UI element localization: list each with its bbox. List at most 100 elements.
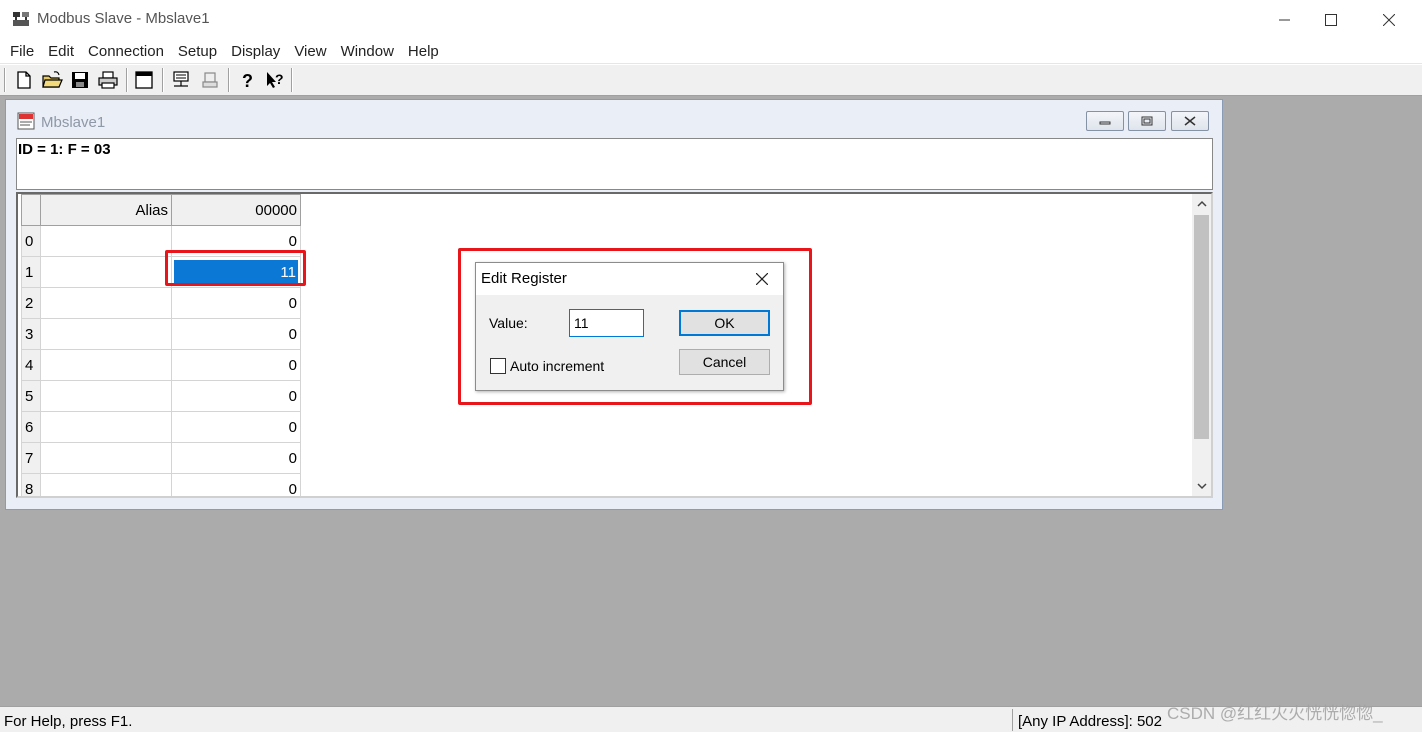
dialog-close-button[interactable] xyxy=(748,267,776,291)
toolbar: ? ? xyxy=(0,65,1422,96)
chevron-down-icon xyxy=(1196,483,1207,490)
table-row: 6 0 xyxy=(21,411,301,443)
row-number: 5 xyxy=(21,380,41,412)
context-help-icon[interactable]: ? xyxy=(264,69,286,91)
close-icon xyxy=(1184,116,1196,126)
print-icon[interactable] xyxy=(97,69,119,91)
toolbar-separator xyxy=(162,68,164,92)
value-label: Value: xyxy=(489,315,528,331)
register-value-cell[interactable]: 0 xyxy=(171,473,301,496)
child-minimize-button[interactable] xyxy=(1086,111,1124,131)
table-row: 3 0 xyxy=(21,318,301,350)
register-value-cell[interactable]: 0 xyxy=(171,318,301,350)
document-icon xyxy=(17,112,35,130)
scroll-up-button[interactable] xyxy=(1192,194,1211,213)
alias-cell[interactable] xyxy=(40,349,172,381)
address-column-header[interactable]: 00000 xyxy=(171,194,301,226)
menu-view[interactable]: View xyxy=(287,43,333,60)
maximize-button[interactable] xyxy=(1308,0,1354,40)
highlight-box-cell xyxy=(165,250,306,286)
table-row: 4 0 xyxy=(21,349,301,381)
minimize-icon xyxy=(1099,121,1111,125)
register-value-cell[interactable]: 0 xyxy=(171,287,301,319)
row-number: 7 xyxy=(21,442,41,474)
row-number: 0 xyxy=(21,225,41,257)
menu-window[interactable]: Window xyxy=(334,43,401,60)
toolbar-separator xyxy=(291,68,293,92)
vertical-scrollbar[interactable] xyxy=(1192,194,1211,496)
restore-icon xyxy=(1141,116,1153,126)
grid-corner xyxy=(21,194,41,226)
info-panel: ID = 1: F = 03 xyxy=(16,138,1213,190)
chevron-up-icon xyxy=(1196,200,1207,207)
status-address: [Any IP Address]: 502 xyxy=(1018,713,1162,730)
slave-id-function: ID = 1: F = 03 xyxy=(18,141,111,158)
menu-display[interactable]: Display xyxy=(224,43,287,60)
child-window-title: Mbslave1 xyxy=(41,114,106,131)
register-value-cell[interactable]: 0 xyxy=(171,349,301,381)
alias-cell[interactable] xyxy=(40,287,172,319)
dialog-title-bar[interactable]: Edit Register xyxy=(476,263,783,295)
window-title: Modbus Slave - Mbslave1 xyxy=(37,10,210,27)
auto-increment-checkbox[interactable] xyxy=(490,358,506,374)
child-restore-button[interactable] xyxy=(1128,111,1166,131)
window-icon[interactable] xyxy=(133,69,155,91)
row-number: 4 xyxy=(21,349,41,381)
menu-bar: File Edit Connection Setup Display View … xyxy=(0,40,1422,64)
alias-cell[interactable] xyxy=(40,473,172,496)
row-number: 3 xyxy=(21,318,41,350)
menu-setup[interactable]: Setup xyxy=(171,43,224,60)
alias-cell[interactable] xyxy=(40,380,172,412)
disconnect-icon[interactable] xyxy=(199,69,221,91)
status-help-text: For Help, press F1. xyxy=(4,713,133,730)
auto-increment-label[interactable]: Auto increment xyxy=(510,358,604,374)
app-icon xyxy=(13,12,29,26)
menu-help[interactable]: Help xyxy=(401,43,446,60)
watermark: CSDN @红红火火恍恍惚惚_ xyxy=(1167,704,1383,723)
register-value-cell[interactable]: 0 xyxy=(171,442,301,474)
toolbar-separator xyxy=(228,68,230,92)
menu-edit[interactable]: Edit xyxy=(41,43,81,60)
alias-cell[interactable] xyxy=(40,411,172,443)
close-button[interactable] xyxy=(1366,0,1412,40)
toolbar-separator xyxy=(4,68,6,92)
table-row: 5 0 xyxy=(21,380,301,412)
dialog-title: Edit Register xyxy=(481,270,567,287)
register-value-cell[interactable]: 0 xyxy=(171,411,301,443)
table-row: 2 0 xyxy=(21,287,301,319)
register-table: Alias 00000 0 0 1 11 2 0 3 0 4 0 5 0 6 0… xyxy=(21,194,301,496)
new-document-icon[interactable] xyxy=(13,69,35,91)
row-number: 2 xyxy=(21,287,41,319)
header-row: Alias 00000 xyxy=(21,194,301,226)
open-folder-icon[interactable] xyxy=(41,69,63,91)
svg-text:?: ? xyxy=(275,71,284,87)
close-icon xyxy=(756,273,768,285)
menu-file[interactable]: File xyxy=(3,43,41,60)
alias-header[interactable]: Alias xyxy=(40,194,172,226)
row-number: 1 xyxy=(21,256,41,288)
help-icon[interactable]: ? xyxy=(236,69,258,91)
maximize-icon xyxy=(1325,14,1337,26)
register-value-cell[interactable]: 0 xyxy=(171,380,301,412)
child-close-button[interactable] xyxy=(1171,111,1209,131)
menu-connection[interactable]: Connection xyxy=(81,43,171,60)
ok-button[interactable]: OK xyxy=(679,310,770,336)
connect-icon[interactable] xyxy=(170,69,192,91)
row-number: 8 xyxy=(21,473,41,496)
scroll-thumb[interactable] xyxy=(1194,215,1209,439)
alias-cell[interactable] xyxy=(40,256,172,288)
save-icon[interactable] xyxy=(69,69,91,91)
table-row: 7 0 xyxy=(21,442,301,474)
cancel-button[interactable]: Cancel xyxy=(679,349,770,375)
row-number: 6 xyxy=(21,411,41,443)
alias-cell[interactable] xyxy=(40,225,172,257)
minimize-button[interactable] xyxy=(1262,0,1308,40)
title-bar[interactable]: Modbus Slave - Mbslave1 xyxy=(0,0,1422,40)
alias-cell[interactable] xyxy=(40,318,172,350)
table-row: 8 0 xyxy=(21,473,301,496)
edit-register-dialog[interactable]: Edit Register Value: OK Cancel Auto incr… xyxy=(475,262,784,391)
toolbar-separator xyxy=(126,68,128,92)
scroll-down-button[interactable] xyxy=(1192,477,1211,496)
alias-cell[interactable] xyxy=(40,442,172,474)
value-input[interactable] xyxy=(569,309,644,337)
